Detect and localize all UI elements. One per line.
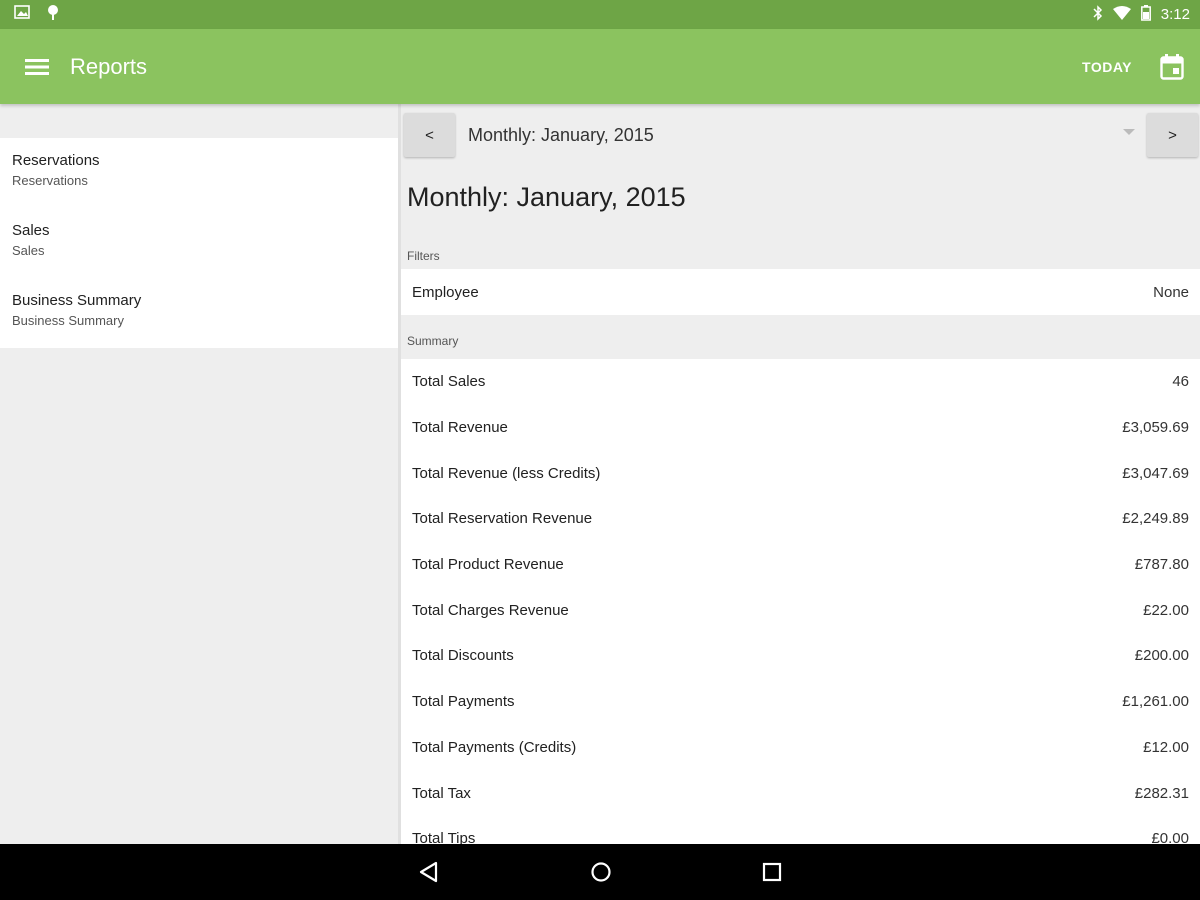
summary-value: £3,047.69 [1122, 464, 1189, 482]
sidebar-item-subtitle: Business Summary [12, 313, 124, 328]
summary-key: Total Payments [412, 693, 515, 711]
recent-apps-icon[interactable] [762, 862, 782, 882]
summary-row: Total Discounts £200.00 [401, 633, 1200, 679]
location-pin-icon [46, 4, 60, 25]
summary-key: Total Charges Revenue [412, 601, 569, 619]
summary-key: Total Sales [412, 373, 486, 391]
summary-value: £787.80 [1134, 556, 1189, 574]
dropdown-caret-icon [1123, 129, 1135, 135]
sidebar-item-business-summary[interactable]: Business Summary Business Summary [0, 278, 398, 348]
previous-period-button[interactable]: < [404, 113, 455, 157]
summary-value: £12.00 [1143, 738, 1189, 756]
summary-row: Total Sales 46 [401, 359, 1200, 405]
summary-value: £282.31 [1134, 784, 1189, 802]
image-notification-icon [14, 5, 30, 24]
summary-key: Total Payments (Credits) [412, 738, 577, 756]
summary-value: £2,249.89 [1122, 510, 1189, 528]
summary-key: Total Tax [412, 784, 471, 802]
today-button[interactable]: TODAY [1082, 59, 1132, 75]
sidebar-item-title: Sales [12, 222, 50, 239]
summary-row: Total Product Revenue £787.80 [401, 541, 1200, 588]
summary-key: Total Discounts [412, 647, 514, 665]
filter-row-employee[interactable]: Employee None [401, 269, 1200, 315]
report-type-sidebar: Reservations Reservations Sales Sales Bu… [0, 104, 398, 844]
report-detail-pane: < Monthly: January, 2015 > Monthly: Janu… [401, 104, 1200, 844]
sidebar-item-sales[interactable]: Sales Sales [0, 208, 398, 278]
filter-value: None [1153, 283, 1189, 301]
summary-value: 46 [1172, 373, 1189, 391]
summary-value: £3,059.69 [1122, 419, 1189, 437]
summary-row: Total Revenue (less Credits) £3,047.69 [401, 450, 1200, 497]
summary-row: Total Revenue £3,059.69 [401, 404, 1200, 451]
summary-row: Total Charges Revenue £22.00 [401, 587, 1200, 634]
status-time: 3:12 [1160, 6, 1190, 23]
bluetooth-icon [1093, 4, 1103, 25]
sidebar-item-title: Reservations [12, 152, 100, 169]
summary-value: £200.00 [1134, 647, 1189, 665]
sidebar-item-title: Business Summary [12, 292, 142, 309]
system-navigation-bar [0, 844, 1200, 900]
summary-key: Total Tips [412, 830, 476, 844]
summary-row: Total Tax £282.31 [401, 770, 1200, 816]
summary-key: Total Reservation Revenue [412, 510, 593, 528]
next-period-button[interactable]: > [1147, 113, 1198, 157]
summary-value: £0.00 [1151, 830, 1189, 844]
summary-row: Total Payments (Credits) £12.00 [401, 724, 1200, 771]
status-bar: 3:12 [0, 0, 1200, 29]
app-title: Reports [70, 53, 148, 79]
period-navigation: < Monthly: January, 2015 > [401, 104, 1200, 160]
battery-icon [1140, 4, 1151, 25]
report-type-list: Reservations Reservations Sales Sales Bu… [0, 138, 398, 348]
sidebar-item-subtitle: Sales [12, 243, 45, 258]
summary-key: Total Revenue [412, 419, 508, 437]
calendar-icon[interactable] [1160, 53, 1184, 80]
filters-section-label: Filters [407, 249, 440, 263]
summary-section-label: Summary [407, 334, 459, 348]
wifi-icon [1112, 5, 1131, 24]
back-icon[interactable] [418, 861, 440, 883]
summary-key: Total Product Revenue [412, 556, 564, 574]
home-icon[interactable] [590, 861, 612, 883]
filter-key: Employee [412, 283, 479, 301]
menu-icon[interactable] [24, 57, 50, 77]
summary-value: £1,261.00 [1122, 693, 1189, 711]
summary-key: Total Revenue (less Credits) [412, 464, 601, 482]
summary-row: Total Reservation Revenue £2,249.89 [401, 496, 1200, 542]
sidebar-item-reservations[interactable]: Reservations Reservations [0, 138, 398, 208]
sidebar-item-subtitle: Reservations [12, 173, 88, 188]
report-heading: Monthly: January, 2015 [407, 182, 686, 212]
period-select-value: Monthly: January, 2015 [468, 124, 654, 145]
summary-row: Total Tips £0.00 [401, 815, 1200, 844]
summary-row: Total Payments £1,261.00 [401, 678, 1200, 725]
period-select[interactable]: Monthly: January, 2015 [455, 113, 1147, 157]
app-bar: Reports TODAY [0, 29, 1200, 104]
summary-value: £22.00 [1143, 601, 1189, 619]
summary-list: Total Sales 46 Total Revenue £3,059.69 Tot… [401, 359, 1200, 844]
